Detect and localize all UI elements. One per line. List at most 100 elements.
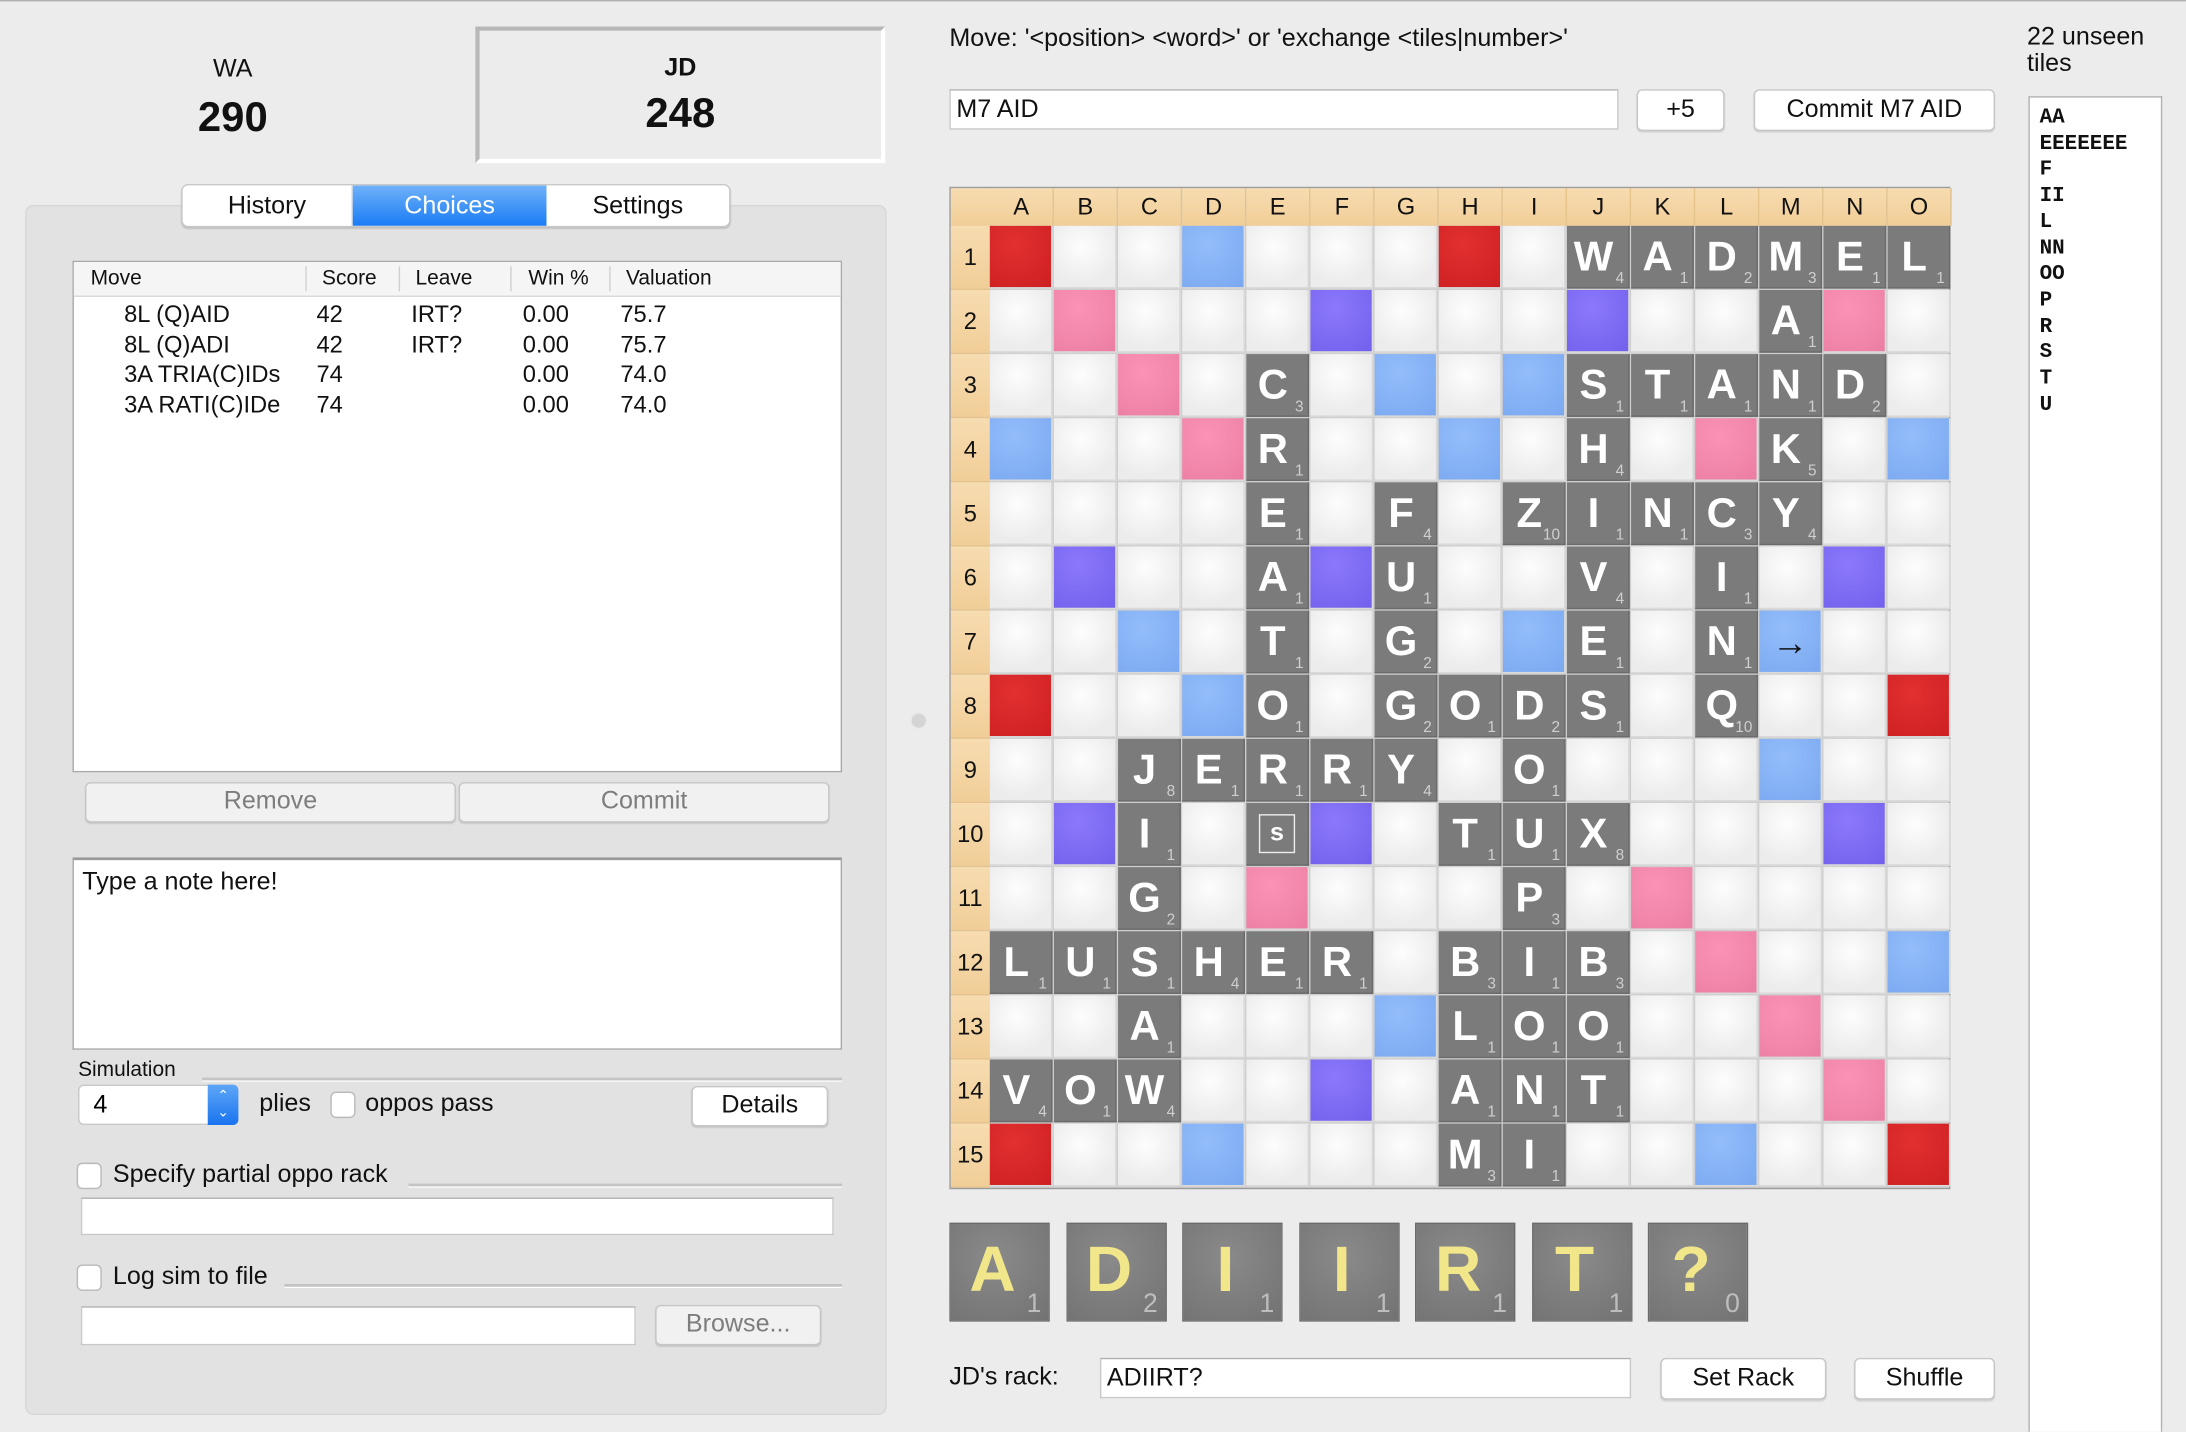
double-word-square[interactable]: [1118, 354, 1181, 417]
board-square[interactable]: [1246, 995, 1310, 1059]
board-tile[interactable]: P3: [1502, 867, 1566, 930]
double-letter-square[interactable]: [1502, 610, 1566, 674]
board-square[interactable]: [1631, 738, 1694, 802]
board-square[interactable]: [1887, 546, 1951, 610]
board-tile[interactable]: R1: [1246, 738, 1310, 802]
choices-table[interactable]: Move Score Leave Win % Valuation 8L (Q)A…: [72, 260, 843, 773]
board-tile[interactable]: A1: [1438, 1059, 1502, 1123]
board-square[interactable]: [1631, 610, 1694, 674]
board-square[interactable]: [1182, 803, 1245, 866]
board-square[interactable]: [1631, 931, 1694, 994]
board-square[interactable]: [1182, 354, 1245, 417]
column-header-score[interactable]: Score: [322, 266, 377, 290]
rack-tile[interactable]: R1: [1415, 1222, 1516, 1322]
board-tile[interactable]: s: [1246, 803, 1310, 866]
board-tile[interactable]: O1: [1246, 674, 1310, 738]
double-word-square[interactable]: [1246, 867, 1310, 930]
remove-button[interactable]: Remove: [85, 782, 456, 823]
board-tile[interactable]: C3: [1246, 354, 1310, 417]
move-score-button[interactable]: +5: [1636, 89, 1725, 132]
board-tile[interactable]: I1: [1502, 1123, 1566, 1187]
board-tile[interactable]: V4: [1566, 546, 1630, 610]
board-square[interactable]: [1310, 995, 1374, 1059]
board-tile[interactable]: L1: [989, 931, 1053, 994]
board-tile[interactable]: B3: [1566, 931, 1630, 994]
double-word-square[interactable]: [1823, 1059, 1887, 1123]
board-square[interactable]: [1695, 738, 1758, 802]
board-square[interactable]: [1759, 674, 1823, 738]
board-square[interactable]: [1374, 1059, 1438, 1123]
triple-letter-square[interactable]: [1823, 546, 1887, 610]
board-square[interactable]: [1502, 225, 1566, 289]
tab-choices[interactable]: Choices: [352, 185, 547, 226]
board-tile[interactable]: N1: [1502, 1059, 1566, 1123]
board-tile[interactable]: A1: [1246, 546, 1310, 610]
board-tile[interactable]: S1: [1566, 674, 1630, 738]
board-square[interactable]: [1374, 931, 1438, 994]
rack-tile[interactable]: T1: [1531, 1222, 1632, 1322]
double-letter-square[interactable]: [989, 418, 1053, 481]
board-square[interactable]: [1759, 803, 1823, 866]
triple-word-square[interactable]: [1438, 225, 1502, 289]
board-tile[interactable]: T1: [1438, 803, 1502, 866]
board-tile[interactable]: U1: [1053, 931, 1117, 994]
double-letter-square[interactable]: [1182, 225, 1245, 289]
board-tile[interactable]: I1: [1118, 803, 1181, 866]
board-square[interactable]: [1118, 674, 1181, 738]
table-row[interactable]: 8L (Q)AID 42 IRT? 0.00 75.7: [74, 300, 841, 330]
board-square[interactable]: [1182, 546, 1245, 610]
board-square[interactable]: [1053, 225, 1117, 289]
board-square[interactable]: [1823, 418, 1887, 481]
board-tile[interactable]: H4: [1566, 418, 1630, 481]
rack-tile[interactable]: ? 0: [1647, 1222, 1749, 1322]
board-square[interactable]: [1310, 867, 1374, 930]
board-square[interactable]: [1182, 995, 1245, 1059]
double-word-square[interactable]: [1695, 931, 1758, 994]
board-square[interactable]: [1566, 867, 1630, 930]
board-tile[interactable]: T1: [1566, 1059, 1630, 1123]
board-square[interactable]: [1310, 482, 1374, 546]
board-square[interactable]: [989, 546, 1053, 610]
board-square[interactable]: [1118, 546, 1181, 610]
board-square[interactable]: [1118, 225, 1181, 289]
board-square[interactable]: [1823, 610, 1887, 674]
commit-move-button[interactable]: Commit M7 AID: [1753, 89, 1995, 132]
board-square[interactable]: [1759, 867, 1823, 930]
board-square[interactable]: [989, 482, 1053, 546]
board-square[interactable]: [1118, 418, 1181, 481]
triple-word-square[interactable]: [1887, 674, 1951, 738]
board-square[interactable]: [989, 354, 1053, 417]
board-square[interactable]: [989, 289, 1053, 353]
board-square[interactable]: [1246, 1123, 1310, 1187]
board-tile[interactable]: R1: [1246, 418, 1310, 481]
board-tile[interactable]: A1: [1631, 225, 1694, 289]
board-square[interactable]: [1053, 995, 1117, 1059]
board-tile[interactable]: E1: [1182, 738, 1245, 802]
board-tile[interactable]: D2: [1502, 674, 1566, 738]
triple-word-square[interactable]: [1887, 1123, 1951, 1187]
triple-letter-square[interactable]: [1566, 289, 1630, 353]
board-square[interactable]: [1374, 803, 1438, 866]
double-letter-square[interactable]: [1182, 1123, 1245, 1187]
triple-word-square[interactable]: [989, 674, 1053, 738]
board-tile[interactable]: O1: [1566, 995, 1630, 1059]
board-square[interactable]: [1246, 289, 1310, 353]
board-tile[interactable]: B3: [1438, 931, 1502, 994]
board-tile[interactable]: M3: [1759, 225, 1823, 289]
board-tile[interactable]: T1: [1246, 610, 1310, 674]
board-square[interactable]: [1631, 674, 1694, 738]
board-tile[interactable]: Y4: [1374, 738, 1438, 802]
board-tile[interactable]: D2: [1695, 225, 1758, 289]
board-square[interactable]: [1823, 1123, 1887, 1187]
board-square[interactable]: [1310, 1123, 1374, 1187]
table-row[interactable]: 3A RATI(C)IDe 74 0.00 74.0: [74, 390, 841, 420]
board-square[interactable]: [1438, 546, 1502, 610]
board-square[interactable]: [1887, 803, 1951, 866]
board-square[interactable]: [1374, 289, 1438, 353]
board-square[interactable]: [1118, 289, 1181, 353]
board-square[interactable]: [1823, 995, 1887, 1059]
log-sim-checkbox[interactable]: [76, 1264, 102, 1291]
board-square[interactable]: [1502, 289, 1566, 353]
board-tile[interactable]: O1: [1053, 1059, 1117, 1123]
board-square[interactable]: [989, 867, 1053, 930]
